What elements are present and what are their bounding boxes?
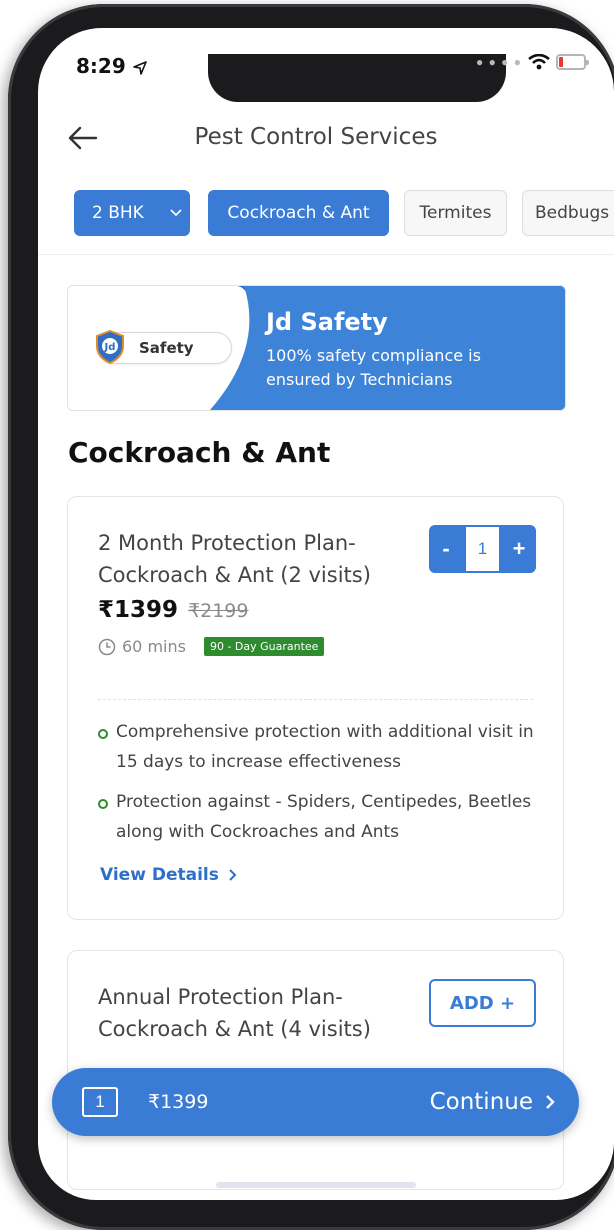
device-notch — [208, 54, 506, 102]
increase-quantity-button[interactable]: + — [502, 536, 536, 562]
safety-banner: Jd Safety Jd Safety 100% safety complian… — [67, 285, 566, 411]
quantity-stepper: - 1 + — [429, 525, 536, 573]
cart-count: 1 — [82, 1087, 118, 1117]
benefit-text: Protection against - Spiders, Centipedes… — [116, 792, 532, 842]
chip-bedbugs[interactable]: Bedbugs — [522, 190, 614, 236]
continue-label: Continue — [429, 1089, 533, 1115]
benefit-text: Comprehensive protection with additional… — [116, 722, 534, 772]
chevron-right-icon — [546, 1095, 555, 1109]
chip-label: Termites — [419, 203, 492, 223]
battery-icon — [556, 54, 589, 70]
home-indicator[interactable] — [216, 1182, 416, 1188]
card-divider — [98, 699, 533, 700]
plan-name: Annual Protection Plan- Cockroach & Ant … — [98, 985, 371, 1041]
list-item: Comprehensive protection with additional… — [98, 717, 548, 777]
list-item: Protection against - Spiders, Centipedes… — [98, 787, 548, 847]
safety-badge-label: Safety — [139, 339, 194, 357]
plan-card: 2 Month Protection Plan- Cockroach & Ant… — [67, 496, 564, 920]
view-details-label: View Details — [100, 865, 219, 885]
safety-subtitle: 100% safety compliance is ensured by Tec… — [266, 346, 481, 389]
signal-icon: ● ● ● ● — [476, 55, 522, 69]
view-details-link[interactable]: View Details — [100, 865, 237, 885]
chip-termites[interactable]: Termites — [404, 190, 507, 236]
header-divider — [38, 254, 614, 255]
chip-label: Bedbugs — [535, 203, 610, 223]
add-button[interactable]: ADD + — [429, 979, 536, 1027]
wifi-icon — [528, 54, 550, 70]
plan-mrp: ₹2199 — [188, 600, 249, 622]
cart-total: ₹1399 — [148, 1091, 209, 1113]
plan-meta: 60 mins 90 - Day Guarantee — [98, 637, 325, 656]
decrease-quantity-button[interactable]: - — [429, 536, 463, 562]
continue-button[interactable]: Continue — [430, 1089, 555, 1115]
property-type-label: 2 BHK — [92, 203, 144, 223]
clock-icon — [98, 638, 116, 655]
plan-price: ₹1399 — [98, 597, 179, 623]
status-time-text: 8:29 — [76, 54, 126, 78]
status-indicators: ● ● ● ● — [476, 54, 589, 70]
benefits-list: Comprehensive protection with additional… — [98, 717, 548, 857]
chevron-down-icon — [170, 209, 182, 217]
cart-bar[interactable]: 1 ₹1399 Continue — [52, 1068, 579, 1136]
shield-icon: Jd — [96, 330, 124, 364]
chip-cockroach-ant[interactable]: Cockroach & Ant — [208, 190, 389, 236]
bullet-icon — [98, 799, 108, 809]
guarantee-badge: 90 - Day Guarantee — [203, 637, 325, 656]
back-arrow-icon[interactable] — [66, 122, 98, 154]
quantity-value: 1 — [466, 527, 499, 571]
filter-chips: 2 BHK Cockroach & Ant Termites Bedbugs — [66, 190, 614, 238]
section-heading: Cockroach & Ant — [68, 436, 331, 469]
chip-label: Cockroach & Ant — [227, 203, 370, 223]
price-row: ₹1399 ₹2199 — [98, 597, 248, 623]
plan-duration: 60 mins — [122, 637, 186, 656]
safety-logo-text: Jd — [104, 342, 116, 353]
chevron-right-icon — [229, 869, 237, 881]
location-arrow-icon — [132, 60, 147, 75]
status-time: 8:29 — [76, 54, 147, 78]
safety-badge: Jd Safety — [96, 330, 232, 364]
property-type-dropdown[interactable]: 2 BHK — [74, 190, 190, 236]
safety-title: Jd Safety — [266, 308, 388, 336]
bullet-icon — [98, 729, 108, 739]
plan-name: 2 Month Protection Plan- Cockroach & Ant… — [98, 531, 371, 587]
page-title: Pest Control Services — [194, 124, 438, 150]
